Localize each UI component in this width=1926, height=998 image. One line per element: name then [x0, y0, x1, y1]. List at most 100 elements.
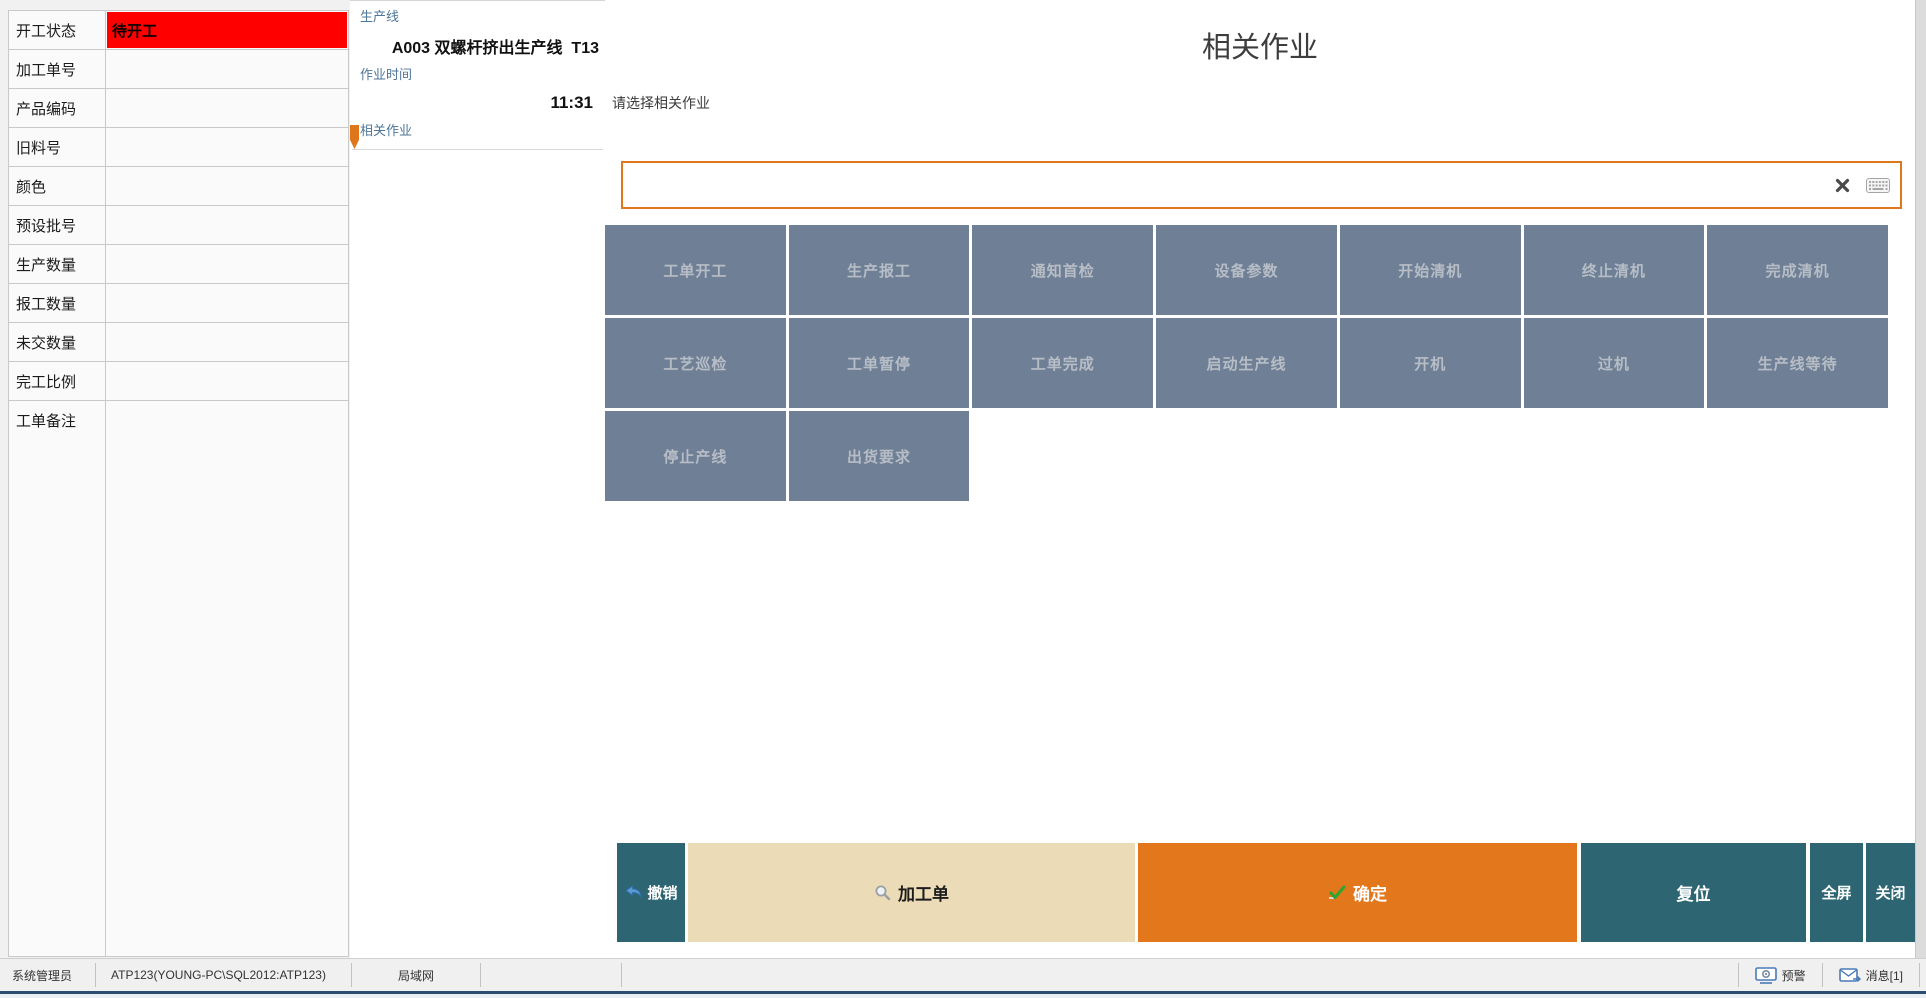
production-line-label: 生产线 [360, 6, 399, 25]
alert-label: 预警 [1782, 967, 1806, 984]
status-separator [621, 963, 622, 987]
row-color: 颜色 [9, 167, 348, 206]
tile-start-production-line[interactable]: 启动生产线 [1156, 318, 1337, 408]
field-value [106, 89, 348, 127]
status-network: 局域网 [352, 959, 480, 991]
status-connection: ATP123(YOUNG-PC\SQL2012:ATP123) [96, 959, 351, 991]
related-jobs-section-label: 相关作业 [360, 120, 412, 139]
field-label: 开工状态 [9, 11, 106, 49]
work-order-fields-sidebar: 开工状态 待开工 加工单号 产品编码 旧料号 颜色 预设批号 [0, 0, 350, 958]
tile-start-cleaning[interactable]: 开始清机 [1340, 225, 1521, 315]
tile-stop-production-line[interactable]: 停止产线 [605, 411, 786, 501]
select-prompt: 请选择相关作业 [612, 93, 710, 113]
virtual-keyboard-button[interactable] [1866, 178, 1890, 193]
work-order-fields-table: 开工状态 待开工 加工单号 产品编码 旧料号 颜色 预设批号 [8, 10, 349, 957]
field-label: 工单备注 [9, 401, 106, 956]
tile-work-order-start[interactable]: 工单开工 [605, 225, 786, 315]
reset-button[interactable]: 复位 [1581, 843, 1806, 942]
close-label: 关闭 [1875, 882, 1905, 903]
tile-machine-on[interactable]: 开机 [1340, 318, 1521, 408]
messages-label: 消息[1] [1866, 967, 1903, 984]
row-production-qty: 生产数量 [9, 245, 348, 284]
status-separator [1738, 963, 1739, 987]
field-label: 产品编码 [9, 89, 106, 127]
field-label: 未交数量 [9, 323, 106, 361]
confirm-button[interactable]: 确定 [1138, 843, 1577, 942]
work-order-label: 加工单 [898, 880, 949, 905]
tile-pass-machine[interactable]: 过机 [1524, 318, 1705, 408]
production-line-value: A003 双螺杆挤出生产线 T13 [392, 34, 599, 58]
alert-button[interactable]: 预警 [1749, 966, 1812, 985]
magnifier-icon [874, 884, 891, 901]
status-bar: 系统管理员 ATP123(YOUNG-PC\SQL2012:ATP123) 局域… [0, 958, 1926, 998]
undo-button[interactable]: 撤销 [617, 843, 685, 942]
row-report-qty: 报工数量 [9, 284, 348, 323]
fullscreen-button[interactable]: 全屏 [1810, 843, 1863, 942]
confirm-label: 确定 [1353, 880, 1387, 905]
field-value [106, 284, 348, 322]
field-label: 旧料号 [9, 128, 106, 166]
right-scroll-strip[interactable] [1915, 0, 1926, 958]
row-preset-batch-no: 预设批号 [9, 206, 348, 245]
field-value [106, 50, 348, 88]
work-order-button[interactable]: 加工单 [688, 843, 1135, 942]
green-check-icon [1328, 885, 1346, 900]
statusbar-underline [0, 994, 1926, 998]
start-status-value: 待开工 [107, 12, 347, 48]
x-icon [1835, 178, 1850, 193]
tile-equipment-parameters[interactable]: 设备参数 [1156, 225, 1337, 315]
row-work-order-remark: 工单备注 [9, 401, 348, 956]
row-undelivered-qty: 未交数量 [9, 323, 348, 362]
row-work-order-no: 加工单号 [9, 50, 348, 89]
related-job-tile-grid: 工单开工 生产报工 通知首检 设备参数 开始清机 终止清机 完成清机 工艺巡检 … [605, 225, 1888, 501]
tile-work-order-complete[interactable]: 工单完成 [972, 318, 1153, 408]
field-label: 报工数量 [9, 284, 106, 322]
keyboard-icon [1866, 178, 1890, 193]
field-value [106, 128, 348, 166]
tile-finish-cleaning[interactable]: 完成清机 [1707, 225, 1888, 315]
messages-button[interactable]: 消息[1] [1833, 966, 1909, 985]
clear-button[interactable] [1835, 178, 1850, 193]
status-bar-row: 系统管理员 ATP123(YOUNG-PC\SQL2012:ATP123) 局域… [0, 958, 1926, 991]
field-value [106, 401, 348, 956]
row-old-part-no: 旧料号 [9, 128, 348, 167]
section-divider [352, 149, 603, 150]
field-value [106, 245, 348, 283]
row-completion-ratio: 完工比例 [9, 362, 348, 401]
search-box-icons [1835, 178, 1890, 193]
page-title: 相关作业 [605, 24, 1915, 66]
tile-notify-first-inspection[interactable]: 通知首检 [972, 225, 1153, 315]
related-jobs-main-panel: 相关作业 请选择相关作业 [605, 0, 1915, 958]
field-label: 预设批号 [9, 206, 106, 244]
related-job-search-input[interactable] [623, 163, 1835, 207]
work-time-value: 11:31 [550, 93, 593, 113]
mes-related-jobs-window: 开工状态 待开工 加工单号 产品编码 旧料号 颜色 预设批号 [0, 0, 1926, 998]
status-separator [1919, 963, 1920, 987]
tile-production-report[interactable]: 生产报工 [789, 225, 970, 315]
field-label: 生产数量 [9, 245, 106, 283]
field-label: 完工比例 [9, 362, 106, 400]
field-value [106, 206, 348, 244]
tile-process-inspection[interactable]: 工艺巡检 [605, 318, 786, 408]
field-value [106, 323, 348, 361]
tile-abort-cleaning[interactable]: 终止清机 [1524, 225, 1705, 315]
field-value [106, 362, 348, 400]
work-time-label: 作业时间 [360, 64, 412, 83]
tile-production-line-wait[interactable]: 生产线等待 [1707, 318, 1888, 408]
tile-shipment-request[interactable]: 出货要求 [789, 411, 970, 501]
related-job-search-box [621, 161, 1902, 209]
status-empty-cell [481, 959, 621, 991]
fullscreen-label: 全屏 [1821, 882, 1851, 903]
field-label: 颜色 [9, 167, 106, 205]
field-value [106, 167, 348, 205]
tile-work-order-pause[interactable]: 工单暂停 [789, 318, 970, 408]
status-right-group: 预警 消息[1] [1738, 959, 1926, 991]
selected-section-marker [350, 125, 359, 149]
production-line-info-panel: 生产线 A003 双螺杆挤出生产线 T13 作业时间 11:31 相关作业 [350, 0, 605, 958]
row-start-status: 开工状态 待开工 [9, 11, 348, 50]
mail-icon [1839, 968, 1861, 983]
close-button[interactable]: 关闭 [1866, 843, 1915, 942]
field-label: 加工单号 [9, 50, 106, 88]
undo-label: 撤销 [647, 882, 677, 903]
status-user: 系统管理员 [0, 959, 95, 991]
